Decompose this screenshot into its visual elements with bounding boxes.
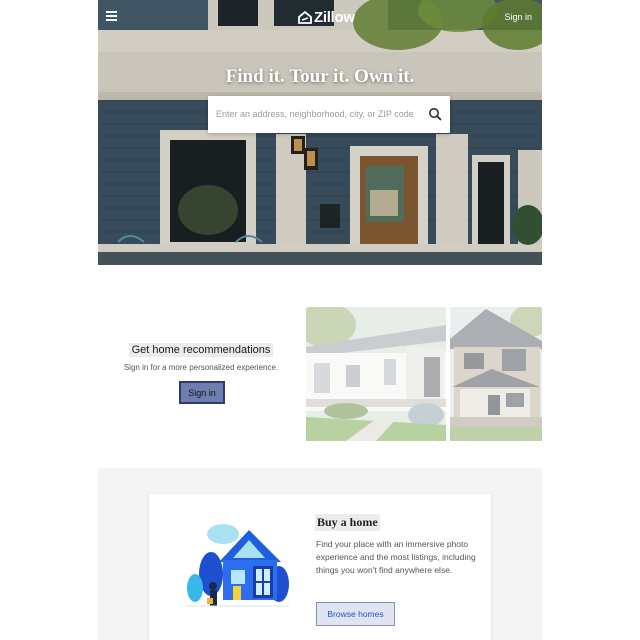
sign-in-link[interactable]: Sign in [504, 12, 532, 22]
browse-homes-button[interactable]: Browse homes [316, 602, 395, 626]
recommendation-house-photo-2 [450, 307, 542, 441]
recommendations-title: Get home recommendations [128, 343, 274, 357]
buy-section: Buy a home Find your place with an immer… [98, 468, 542, 640]
buy-a-home-card: Buy a home Find your place with an immer… [149, 494, 491, 640]
top-nav: Zillow Sign in [98, 0, 542, 34]
buy-a-home-title: Buy a home [315, 514, 380, 531]
hamburger-menu-icon[interactable] [106, 11, 117, 21]
zillow-logo[interactable]: Zillow [298, 8, 355, 26]
recommendations-subtitle: Sign in for a more personalized experien… [123, 363, 279, 372]
recommendations-text: Get home recommendations Sign in for a m… [98, 340, 304, 372]
gray-house-image [450, 307, 542, 441]
zillow-house-icon [298, 10, 312, 24]
hero-title: Find it. Tour it. Own it. [225, 66, 415, 87]
search-bar [208, 96, 450, 133]
white-house-image [306, 307, 446, 441]
buy-a-home-description: Find your place with an immersive photo … [316, 539, 476, 575]
zillow-home-page: Zillow Sign in Find it. Tour it. Own it.… [98, 0, 542, 640]
search-icon[interactable] [428, 107, 442, 121]
search-input[interactable] [216, 104, 416, 124]
logo-text: Zillow [314, 8, 355, 26]
recommendation-house-photo-1 [306, 307, 446, 441]
recommendations-sign-in-button[interactable]: Sign in [179, 381, 225, 404]
hero-section: Zillow Sign in Find it. Tour it. Own it. [98, 0, 542, 265]
house-illustration-icon [187, 524, 289, 607]
